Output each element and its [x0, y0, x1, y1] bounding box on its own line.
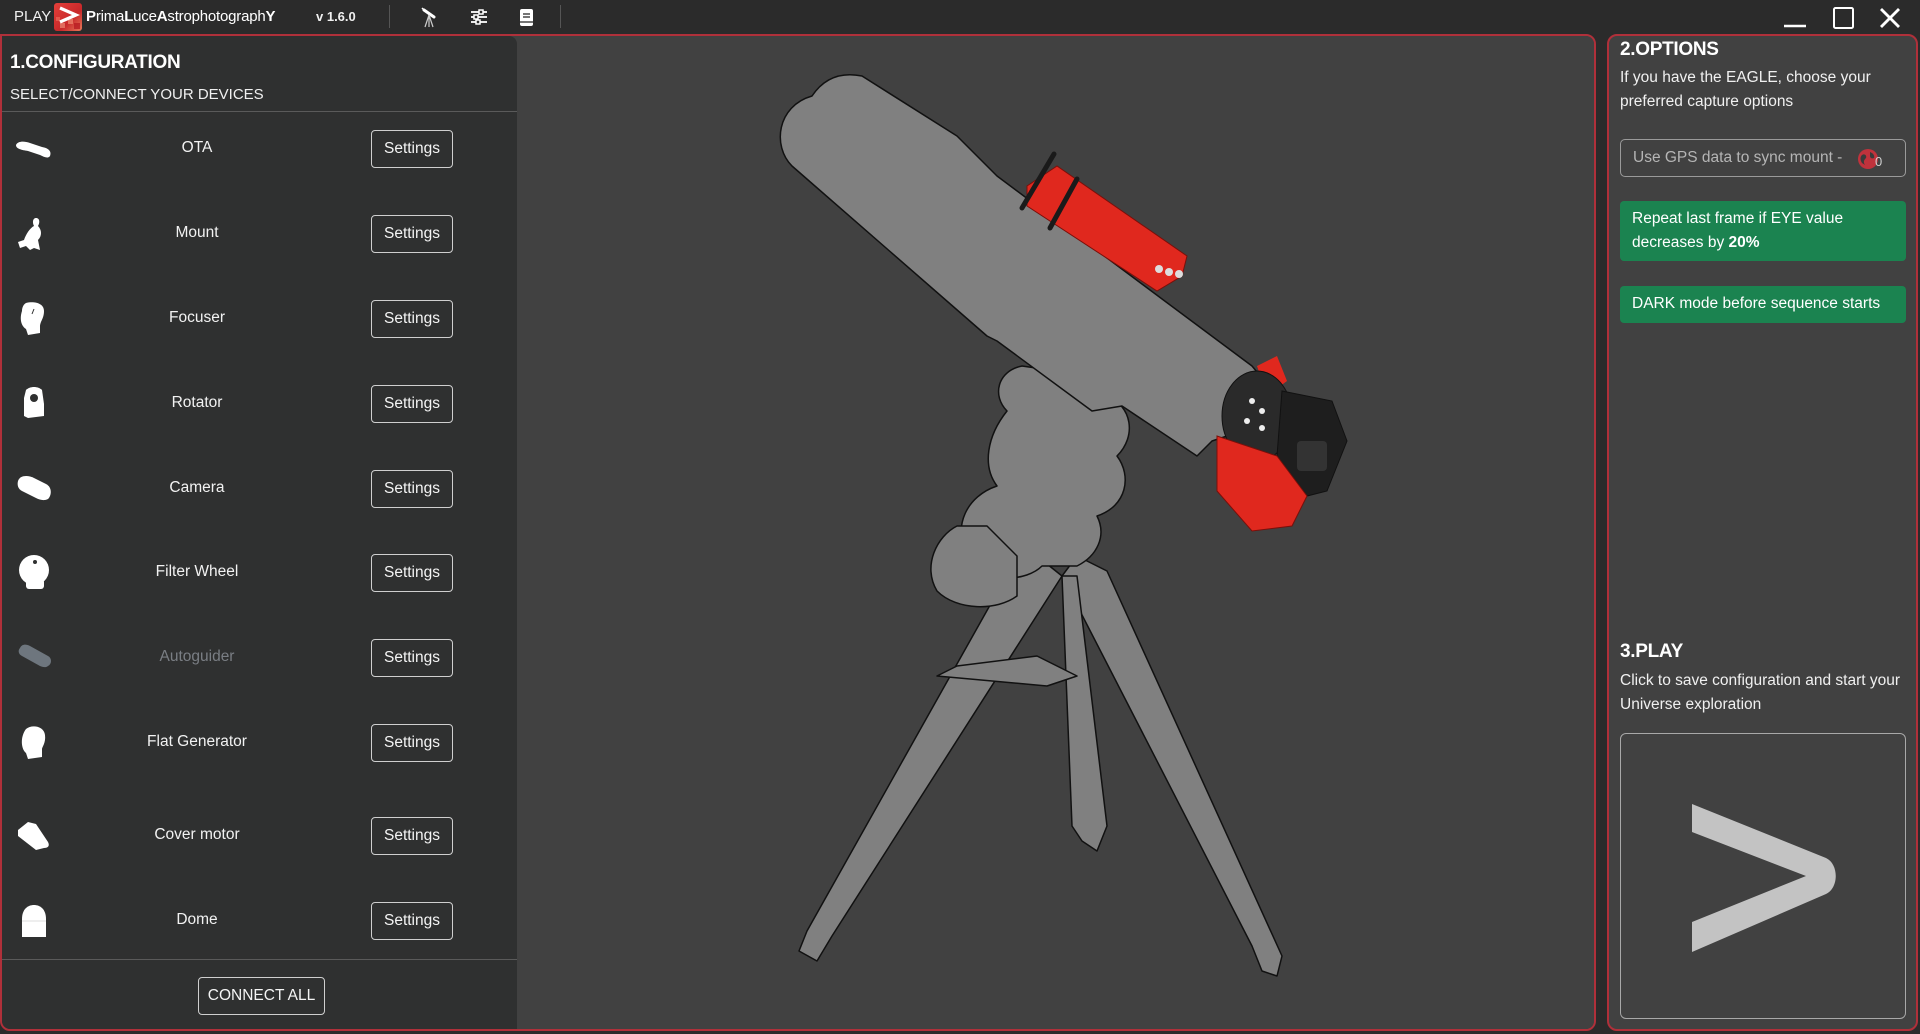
device-label[interactable]: Dome: [97, 911, 297, 929]
device-label[interactable]: Cover motor: [97, 826, 297, 844]
device-label[interactable]: Filter Wheel: [97, 563, 297, 581]
title-bar: PLAY PrimaLuceAstrophotographY v 1.6.0: [0, 0, 1920, 34]
brand-part: strophotograph: [167, 8, 266, 25]
equipment-3d-view: [517, 36, 1594, 1029]
device-settings-button[interactable]: Settings: [371, 902, 453, 940]
device-row: Flat Generator Settings: [2, 713, 517, 773]
options-title: 2.OPTIONS: [1620, 39, 1719, 60]
device-label[interactable]: Rotator: [97, 394, 297, 412]
repeat-frame-option[interactable]: Repeat last frame if EYE value decreases…: [1620, 201, 1906, 261]
dark-mode-text: DARK mode before sequence starts: [1632, 295, 1881, 312]
gps-sync-toggle[interactable]: Use GPS data to sync mount - 0: [1620, 139, 1906, 177]
brand-part: L: [124, 8, 134, 25]
app-play-label: PLAY: [14, 8, 52, 25]
flat-generator-icon: [14, 723, 54, 763]
brand-part: rima: [95, 8, 125, 25]
options-description: If you have the EAGLE, choose your prefe…: [1620, 69, 1871, 110]
device-label[interactable]: Camera: [97, 479, 297, 497]
play-description: Click to save configuration and start yo…: [1620, 672, 1900, 713]
camera-icon: [14, 469, 54, 509]
device-row: Rotator Settings: [2, 374, 517, 434]
filter-wheel-icon: [14, 553, 54, 593]
device-settings-button[interactable]: Settings: [371, 724, 453, 762]
brand-part: uce: [133, 8, 157, 25]
divider: [2, 111, 517, 112]
dark-mode-option[interactable]: DARK mode before sequence starts: [1620, 286, 1906, 323]
dome-icon: [14, 901, 54, 941]
app-brand-name: PrimaLuceAstrophotographY: [86, 8, 276, 25]
device-row: Dome Settings: [2, 891, 517, 951]
device-settings-button[interactable]: Settings: [371, 130, 453, 168]
device-label[interactable]: Focuser: [97, 309, 297, 327]
device-settings-button[interactable]: Settings: [371, 385, 453, 423]
device-settings-button[interactable]: Settings: [371, 817, 453, 855]
device-label[interactable]: OTA: [97, 139, 297, 157]
device-settings-button[interactable]: Settings: [371, 554, 453, 592]
device-row: Camera Settings: [2, 459, 517, 519]
play-title: 3.PLAY: [1620, 641, 1683, 662]
brand-part: P: [86, 8, 96, 25]
toolbar-divider: [389, 5, 390, 28]
device-row: Cover motor Settings: [2, 806, 517, 866]
autoguider-icon: [14, 638, 54, 678]
repeat-frame-threshold: 20%: [1728, 234, 1760, 251]
configuration-title: 1.CONFIGURATION: [10, 52, 181, 73]
device-label[interactable]: Autoguider: [97, 648, 297, 666]
device-row: Filter Wheel Settings: [2, 543, 517, 603]
device-label[interactable]: Flat Generator: [97, 733, 297, 751]
telescope-icon[interactable]: [416, 5, 440, 29]
configuration-panel: 1.CONFIGURATION SELECT/CONNECT YOUR DEVI…: [2, 36, 517, 1029]
toolbar-divider: [560, 5, 561, 28]
device-row: Focuser Settings: [2, 289, 517, 349]
maximize-button[interactable]: [1827, 4, 1859, 32]
device-settings-button[interactable]: Settings: [371, 215, 453, 253]
rotator-icon: [14, 384, 54, 424]
device-settings-button[interactable]: Settings: [371, 300, 453, 338]
divider: [2, 959, 517, 960]
app-logo-icon: [54, 3, 82, 31]
book-icon[interactable]: [514, 5, 538, 29]
tripod-leg-left: [798, 555, 1063, 962]
device-row: Autoguider Settings: [2, 628, 517, 688]
cover-motor-icon: [14, 816, 54, 856]
options-panel: 2.OPTIONS If you have the EAGLE, choose …: [1607, 34, 1918, 1031]
connect-all-button[interactable]: CONNECT ALL: [198, 977, 325, 1015]
gps-satellite-count: 0: [1875, 154, 1883, 169]
main-frame: 1.CONFIGURATION SELECT/CONNECT YOUR DEVI…: [0, 34, 1596, 1031]
device-row: Mount Settings: [2, 204, 517, 264]
brand-part: A: [156, 8, 168, 25]
play-chevron-icon: [1692, 804, 1836, 952]
play-button[interactable]: [1620, 733, 1906, 1019]
ota-icon: [14, 129, 54, 169]
minimize-button[interactable]: [1779, 4, 1811, 32]
device-row: OTA Settings: [2, 119, 517, 179]
sliders-icon[interactable]: [467, 5, 491, 29]
focuser-icon: [14, 299, 54, 339]
app-version: v 1.6.0: [316, 9, 356, 24]
camera-assembly: [1216, 356, 1348, 532]
device-label[interactable]: Mount: [97, 224, 297, 242]
mount-icon: [14, 214, 54, 254]
device-settings-button[interactable]: Settings: [371, 639, 453, 677]
configuration-subtitle: SELECT/CONNECT YOUR DEVICES: [10, 86, 264, 103]
telescope-illustration: [779, 74, 1348, 977]
close-button[interactable]: [1874, 4, 1906, 32]
gps-sync-label: Use GPS data to sync mount -: [1633, 149, 1843, 166]
brand-part: Y: [265, 8, 276, 25]
device-settings-button[interactable]: Settings: [371, 470, 453, 508]
